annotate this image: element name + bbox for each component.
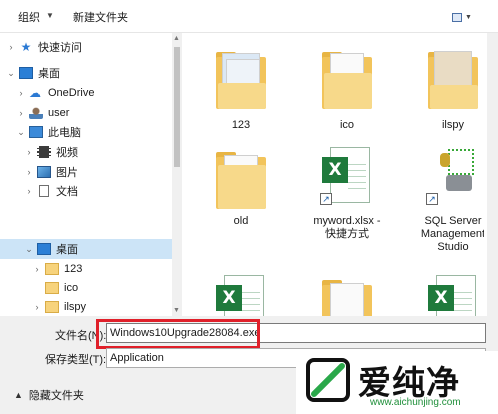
navigation-pane: › ★ 快速访问 ⌄ 桌面 › ☁ OneDrive › user ⌄ 此电脑 … <box>0 33 172 316</box>
file-item-ico[interactable]: ico <box>302 35 392 135</box>
folder-icon <box>45 263 59 275</box>
nav-item-desktop[interactable]: ⌄ 桌面 <box>0 63 172 83</box>
file-item-old[interactable]: old <box>196 135 286 235</box>
folder-icon <box>320 271 372 316</box>
file-name-line3: Studio <box>437 241 469 253</box>
filetype-label: 保存类型(T): <box>45 354 107 366</box>
nav-item-folder-ico[interactable]: ico <box>0 278 172 298</box>
highlight-box <box>96 319 260 349</box>
organize-button[interactable]: 组织 <box>18 9 40 25</box>
file-list-scrollbar[interactable] <box>487 33 498 316</box>
this-pc-icon <box>29 126 43 138</box>
pictures-icon <box>37 166 51 178</box>
new-folder-button[interactable]: 新建文件夹 <box>73 9 128 25</box>
watermark: 爱纯净 www.aichunjing.com <box>296 351 498 414</box>
brand-logo-icon <box>306 358 350 402</box>
excel-file-icon: X <box>426 271 478 316</box>
chevron-right-icon[interactable]: › <box>16 108 26 118</box>
watermark-url: www.aichunjing.com <box>370 397 461 408</box>
user-icon <box>29 107 43 119</box>
nav-item-label: ico <box>64 282 79 294</box>
hide-folders-label: 隐藏文件夹 <box>28 390 84 402</box>
chevron-right-icon[interactable]: › <box>6 42 16 52</box>
chevron-right-icon[interactable]: › <box>16 88 26 98</box>
nav-item-label: ilspy <box>64 301 87 313</box>
folder-icon <box>320 43 372 111</box>
nav-item-folder-123[interactable]: › 123 <box>0 259 172 279</box>
sql-server-shortcut-icon: ↗ <box>426 143 478 211</box>
file-name: 123 <box>231 119 251 131</box>
file-name: ilspy <box>441 119 464 131</box>
nav-item-label: 文档 <box>56 186 78 198</box>
navigation-scrollbar[interactable]: ▲ ▼ <box>172 33 182 316</box>
chevron-down-icon[interactable]: ⌄ <box>24 244 34 255</box>
file-item-ilspy[interactable]: ilspy <box>408 35 484 135</box>
folder-icon <box>45 301 59 313</box>
file-item-sql-server[interactable]: ↗ SQL Server Management Studio <box>408 135 484 253</box>
view-icon <box>452 12 462 22</box>
nav-item-label: user <box>48 107 70 119</box>
documents-icon <box>39 185 49 197</box>
videos-icon <box>37 146 51 158</box>
scrollbar-thumb[interactable] <box>174 47 180 167</box>
file-list: 123 ico ilspy old X ↗ myword.xlsx - 快捷方式… <box>184 33 484 316</box>
file-name: myword.xlsx - <box>313 215 381 227</box>
chevron-right-icon[interactable]: › <box>32 264 42 274</box>
change-view-button[interactable]: ▼ <box>452 9 480 25</box>
nav-item-quick-access[interactable]: › ★ 快速访问 <box>0 37 172 57</box>
nav-item-videos[interactable]: › 视频 <box>0 142 172 162</box>
chevron-down-icon[interactable]: ▼ <box>46 11 54 20</box>
chevron-down-icon: ▼ <box>465 13 472 21</box>
desktop-icon <box>37 243 51 255</box>
hide-folders-button[interactable]: ▲ 隐藏文件夹 <box>14 387 84 403</box>
nav-item-documents[interactable]: › 文档 <box>0 181 172 201</box>
nav-item-onedrive[interactable]: › ☁ OneDrive <box>0 83 172 103</box>
file-item-123[interactable]: 123 <box>196 35 286 135</box>
file-item-myword-shortcut[interactable]: X ↗ myword.xlsx - 快捷方式 <box>302 135 392 240</box>
nav-item-label: 桌面 <box>38 68 60 80</box>
chevron-right-icon[interactable]: › <box>32 302 42 312</box>
quick-access-star-icon: ★ <box>20 40 32 54</box>
nav-item-label: 快速访问 <box>38 42 82 54</box>
shortcut-arrow-icon: ↗ <box>426 193 438 205</box>
folder-icon <box>214 143 266 211</box>
chevron-down-icon[interactable]: ⌄ <box>16 127 26 138</box>
shortcut-arrow-icon: ↗ <box>320 193 332 205</box>
file-item-excel-2[interactable]: X <box>408 263 484 316</box>
file-name-line2: Management <box>420 228 484 240</box>
nav-item-label: OneDrive <box>48 87 95 99</box>
file-name: ico <box>339 119 355 131</box>
command-bar: 组织 ▼ 新建文件夹 ▼ <box>0 0 498 33</box>
nav-item-user[interactable]: › user <box>0 103 172 123</box>
chevron-right-icon[interactable]: › <box>24 186 34 196</box>
nav-item-label: 桌面 <box>56 244 78 256</box>
file-item-folder[interactable] <box>302 263 392 316</box>
onedrive-icon: ☁ <box>29 86 41 100</box>
scroll-down-icon[interactable]: ▼ <box>173 307 180 314</box>
nav-item-label: 图片 <box>56 167 78 179</box>
nav-item-label: 123 <box>64 263 83 275</box>
nav-item-desktop-selected[interactable]: ⌄ 桌面 <box>0 239 172 259</box>
folder-icon <box>45 282 59 294</box>
nav-item-pictures[interactable]: › 图片 <box>0 162 172 182</box>
chevron-right-icon[interactable]: › <box>24 167 34 177</box>
nav-item-label: 此电脑 <box>48 127 81 139</box>
nav-item-this-pc[interactable]: ⌄ 此电脑 <box>0 122 172 142</box>
scroll-up-icon[interactable]: ▲ <box>173 35 180 42</box>
chevron-down-icon[interactable]: ⌄ <box>6 68 16 79</box>
folder-icon <box>214 43 266 111</box>
file-name-line2: 快捷方式 <box>325 228 369 240</box>
desktop-icon <box>19 67 33 79</box>
excel-file-icon: X <box>214 271 266 316</box>
nav-item-label: 视频 <box>56 147 78 159</box>
nav-item-folder-ilspy[interactable]: › ilspy <box>0 297 172 316</box>
file-item-excel[interactable]: X <box>196 263 286 316</box>
excel-shortcut-icon: X ↗ <box>320 143 372 211</box>
folder-icon <box>426 43 478 111</box>
chevron-right-icon[interactable]: › <box>24 147 34 157</box>
chevron-up-icon: ▲ <box>14 390 23 400</box>
file-name: old <box>233 215 249 227</box>
file-name: SQL Server <box>424 215 482 227</box>
